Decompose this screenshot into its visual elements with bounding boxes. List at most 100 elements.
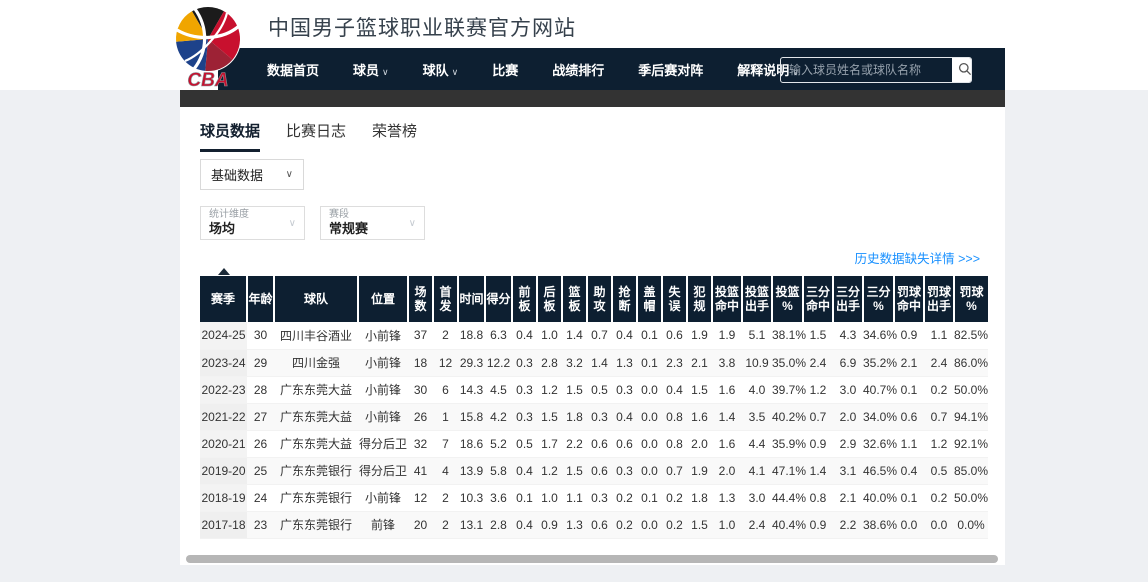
- table-cell: 20: [408, 511, 433, 538]
- stage-select[interactable]: 赛段常规赛∨: [320, 206, 425, 240]
- tab-honors[interactable]: 荣誉榜: [372, 120, 417, 152]
- nav-item-games[interactable]: 比赛: [475, 60, 535, 79]
- history-missing-data-link[interactable]: 历史数据缺失详情 >>>: [855, 248, 980, 267]
- column-header[interactable]: 年龄: [247, 276, 274, 322]
- filter-value: 场均: [209, 221, 296, 237]
- column-header[interactable]: 首发: [433, 276, 458, 322]
- column-header[interactable]: 前板: [512, 276, 537, 322]
- column-header[interactable]: 位置: [358, 276, 408, 322]
- column-header[interactable]: 后板: [537, 276, 562, 322]
- table-cell: 26: [247, 430, 274, 457]
- nav-item-standings[interactable]: 战绩排行: [535, 60, 621, 79]
- table-cell: 2: [433, 484, 458, 511]
- table-cell: 2.0: [833, 403, 863, 430]
- table-cell: 1.6: [712, 376, 742, 403]
- column-header[interactable]: 罚球 出手: [924, 276, 954, 322]
- horizontal-scrollbar[interactable]: [186, 555, 998, 563]
- table-cell: 0.9: [803, 430, 833, 457]
- table-cell: 38.1%: [772, 322, 803, 349]
- table-cell: 6.3: [485, 322, 512, 349]
- column-header[interactable]: 助攻: [587, 276, 612, 322]
- column-header[interactable]: 三分 %: [863, 276, 894, 322]
- table-cell: 2: [433, 511, 458, 538]
- column-header[interactable]: 抢断: [612, 276, 637, 322]
- table-cell: 5.2: [485, 430, 512, 457]
- table-cell: 得分后卫: [358, 430, 408, 457]
- tab-player-stats[interactable]: 球员数据: [200, 120, 260, 152]
- table-cell: 0.0: [637, 430, 662, 457]
- table-cell: 38.6%: [863, 511, 894, 538]
- nav-item-players[interactable]: 球员∨: [336, 60, 406, 79]
- column-header[interactable]: 得分: [485, 276, 512, 322]
- table-cell: 0.2: [924, 376, 954, 403]
- table-cell: 0.3: [512, 403, 537, 430]
- table-cell: 23: [247, 511, 274, 538]
- table-row: 2024-2530四川丰谷酒业小前锋37218.86.30.41.01.40.7…: [200, 322, 988, 349]
- table-cell: 小前锋: [358, 484, 408, 511]
- table-cell: 0.3: [587, 403, 612, 430]
- search-input[interactable]: [781, 58, 952, 82]
- search-button[interactable]: [952, 58, 972, 82]
- column-header[interactable]: 时间: [458, 276, 485, 322]
- table-cell: 2.4: [924, 349, 954, 376]
- table-cell: 1.0: [537, 322, 562, 349]
- table-cell: 50.0%: [954, 376, 988, 403]
- nav-item-playoffs[interactable]: 季后赛对阵: [621, 60, 720, 79]
- table-cell: 29.3: [458, 349, 485, 376]
- column-header[interactable]: 三分 命中: [803, 276, 833, 322]
- table-cell: 92.1%: [954, 430, 988, 457]
- column-header[interactable]: 失误: [662, 276, 687, 322]
- table-cell: 广东东莞大益: [274, 403, 358, 430]
- player-stats-table: 赛季年龄球队位置场数首发时间得分前板后板篮板助攻抢断盖帽失误犯规投篮 命中投篮 …: [200, 276, 988, 539]
- column-header[interactable]: 场数: [408, 276, 433, 322]
- table-cell: 2.4: [742, 511, 772, 538]
- nav-item-teams[interactable]: 球队∨: [406, 60, 476, 79]
- column-header[interactable]: 犯规: [687, 276, 712, 322]
- tab-game-log[interactable]: 比赛日志: [286, 120, 346, 152]
- content-card: 球员数据比赛日志荣誉榜 基础数据 ∨ 统计维度场均∨ 赛段常规赛∨ 历史数据缺失详…: [180, 107, 1005, 565]
- column-header[interactable]: 盖帽: [637, 276, 662, 322]
- cba-logo[interactable]: CBA: [170, 3, 246, 89]
- nav-item-data-home[interactable]: 数据首页: [250, 60, 336, 79]
- table-cell: 5.1: [742, 322, 772, 349]
- column-header[interactable]: 罚球 %: [954, 276, 988, 322]
- table-cell: 0.4: [894, 457, 924, 484]
- table-cell: 0.2: [662, 484, 687, 511]
- table-row: 2017-1823广东东莞银行前锋20213.12.80.40.91.30.60…: [200, 511, 988, 538]
- column-header[interactable]: 赛季: [200, 276, 247, 322]
- tab-bar: 球员数据比赛日志荣誉榜: [200, 120, 417, 152]
- table-body: 2024-2530四川丰谷酒业小前锋37218.86.30.41.01.40.7…: [200, 322, 988, 538]
- table-cell: 26: [408, 403, 433, 430]
- table-cell: 40.2%: [772, 403, 803, 430]
- table-cell: 13.1: [458, 511, 485, 538]
- table-cell: 0.3: [612, 457, 637, 484]
- table-cell: 2020-21: [200, 430, 247, 457]
- table-cell: 2023-24: [200, 349, 247, 376]
- table-cell: 32.6%: [863, 430, 894, 457]
- data-type-select[interactable]: 基础数据 ∨: [200, 159, 304, 190]
- stat-dimension-select[interactable]: 统计维度场均∨: [200, 206, 305, 240]
- table-cell: 1.8: [687, 484, 712, 511]
- table-cell: 4: [433, 457, 458, 484]
- column-header[interactable]: 罚球 命中: [894, 276, 924, 322]
- table-cell: 2: [433, 322, 458, 349]
- table-cell: 1.3: [712, 484, 742, 511]
- search-box: [780, 57, 972, 83]
- table-cell: 0.6: [587, 511, 612, 538]
- table-cell: 1.5: [687, 376, 712, 403]
- table-cell: 6.9: [833, 349, 863, 376]
- column-header[interactable]: 投篮 出手: [742, 276, 772, 322]
- chevron-down-icon: ∨: [382, 67, 389, 77]
- column-header[interactable]: 篮板: [562, 276, 587, 322]
- column-header[interactable]: 投篮 命中: [712, 276, 742, 322]
- table-cell: 10.9: [742, 349, 772, 376]
- table-cell: 1.5: [562, 376, 587, 403]
- table-cell: 1.5: [562, 457, 587, 484]
- column-header[interactable]: 投篮 %: [772, 276, 803, 322]
- table-row: 2019-2025广东东莞银行得分后卫41413.95.80.41.21.50.…: [200, 457, 988, 484]
- column-header[interactable]: 三分 出手: [833, 276, 863, 322]
- table-cell: 4.5: [485, 376, 512, 403]
- table-row: 2022-2328广东东莞大益小前锋30614.34.50.31.21.50.5…: [200, 376, 988, 403]
- column-header[interactable]: 球队: [274, 276, 358, 322]
- table-cell: 0.0%: [954, 511, 988, 538]
